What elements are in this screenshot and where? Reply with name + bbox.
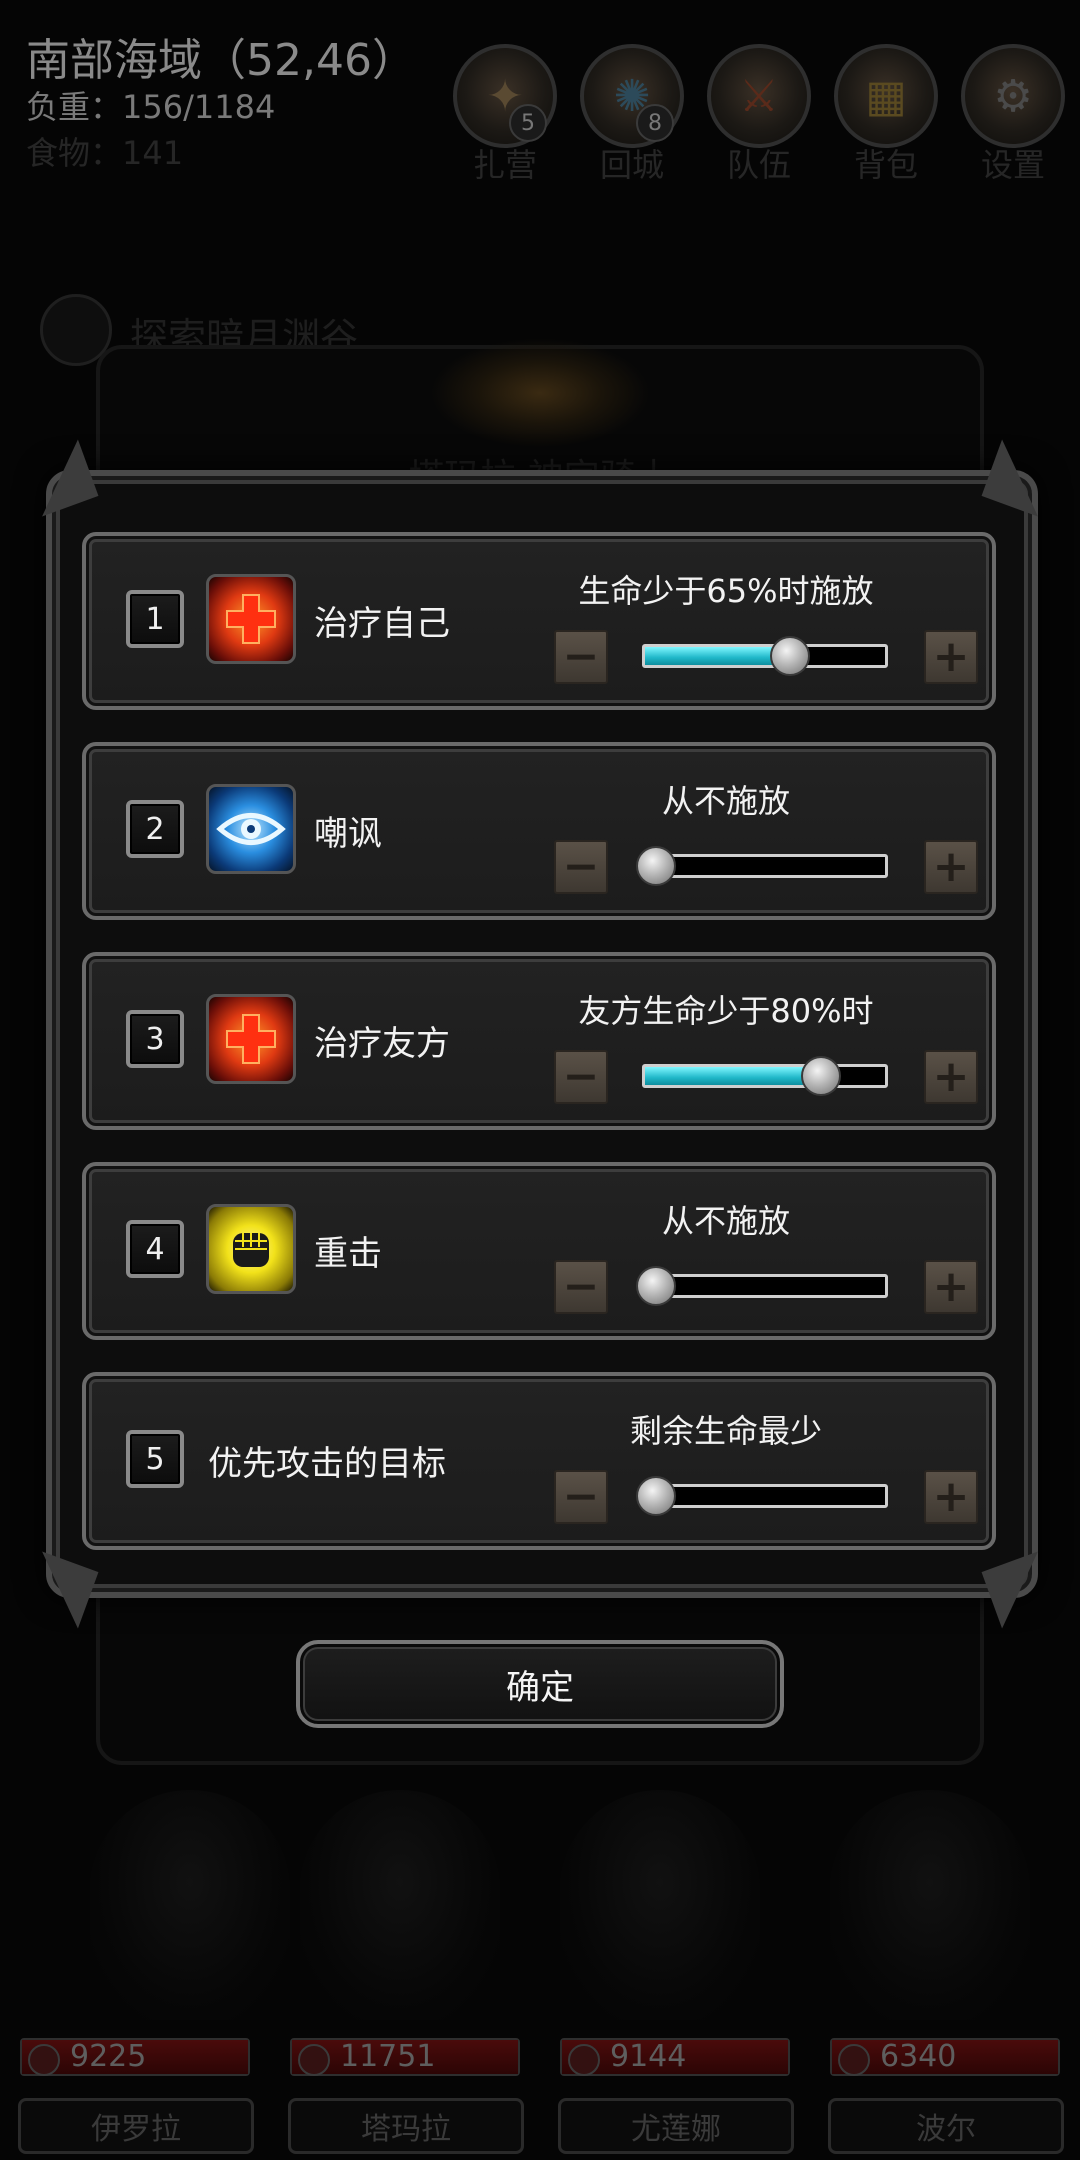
condition-slider[interactable] bbox=[642, 854, 888, 878]
return-badge: 8 bbox=[636, 104, 674, 142]
condition-slider[interactable] bbox=[642, 1274, 888, 1298]
target-priority-row: 5 优先攻击的目标 剩余生命最少 − + bbox=[82, 1372, 996, 1550]
priority-number[interactable]: 2 bbox=[126, 800, 184, 858]
party-member[interactable]: 9144 尤莲娜 bbox=[540, 2030, 796, 2160]
cast-condition: 从不施放 bbox=[661, 782, 790, 820]
party-member[interactable]: 6340 波尔 bbox=[810, 2030, 1066, 2160]
hp-bar: 6340 bbox=[830, 2038, 1060, 2076]
member-name: 波尔 bbox=[828, 2098, 1064, 2154]
decrease-button[interactable]: − bbox=[554, 840, 608, 894]
party-portrait bbox=[300, 1790, 500, 2020]
skill-row-smash: 4 重击 从不施放 − + bbox=[82, 1162, 996, 1340]
shield-icon bbox=[838, 2044, 870, 2076]
heal-cross-icon bbox=[206, 574, 296, 664]
cast-condition: 友方生命少于80%时 bbox=[578, 992, 874, 1030]
fist-smash-icon bbox=[206, 1204, 296, 1294]
confirm-button[interactable]: 确定 bbox=[296, 1640, 784, 1728]
food-count: 食物：141 bbox=[26, 134, 184, 172]
shield-icon bbox=[298, 2044, 330, 2076]
shield-icon bbox=[28, 2044, 60, 2076]
cast-condition: 生命少于65%时施放 bbox=[578, 572, 874, 610]
hp-bar: 9225 bbox=[20, 2038, 250, 2076]
slider-knob[interactable] bbox=[769, 636, 810, 676]
portal-icon: ✺ 8 bbox=[580, 44, 684, 148]
target-label: 优先攻击的目标 bbox=[208, 1444, 446, 1484]
decrease-button[interactable]: − bbox=[554, 1050, 608, 1104]
increase-button[interactable]: + bbox=[924, 630, 978, 684]
hp-value: 9225 bbox=[70, 2039, 147, 2074]
increase-button[interactable]: + bbox=[924, 840, 978, 894]
party-bar: 9225 伊罗拉 11751 塔玛拉 9144 尤莲娜 6340 波尔 bbox=[0, 2030, 1080, 2160]
team-icon: ⚔ bbox=[707, 44, 811, 148]
slider-knob[interactable] bbox=[636, 1266, 676, 1306]
hp-bar: 9144 bbox=[560, 2038, 790, 2076]
skill-row-heal-ally: 3 治疗友方 友方生命少于80%时 − + bbox=[82, 952, 996, 1130]
hp-value: 6340 bbox=[880, 2039, 957, 2074]
party-portrait bbox=[830, 1790, 1030, 2020]
team-button[interactable]: ⚔ 队伍 bbox=[704, 44, 814, 184]
skill-row-heal-self: 1 治疗自己 生命少于65%时施放 − + bbox=[82, 532, 996, 710]
increase-button[interactable]: + bbox=[924, 1050, 978, 1104]
increase-button[interactable]: + bbox=[924, 1260, 978, 1314]
party-member[interactable]: 11751 塔玛拉 bbox=[270, 2030, 526, 2160]
shield-icon bbox=[568, 2044, 600, 2076]
slider-knob[interactable] bbox=[636, 1476, 676, 1516]
return-town-button[interactable]: ✺ 8 回城 bbox=[577, 44, 687, 184]
cast-condition: 从不施放 bbox=[661, 1202, 790, 1240]
condition-slider[interactable] bbox=[642, 644, 888, 668]
slider-knob[interactable] bbox=[800, 1056, 841, 1096]
settings-button[interactable]: ⚙ 设置 bbox=[958, 44, 1068, 184]
skill-name: 治疗自己 bbox=[314, 604, 450, 644]
party-portrait bbox=[560, 1790, 760, 2020]
member-name: 尤莲娜 bbox=[558, 2098, 794, 2154]
member-name: 塔玛拉 bbox=[288, 2098, 524, 2154]
gear-icon: ⚙ bbox=[961, 44, 1065, 148]
hp-bar: 11751 bbox=[290, 2038, 520, 2076]
skill-row-taunt: 2 嘲讽 从不施放 − + bbox=[82, 742, 996, 920]
priority-number[interactable]: 3 bbox=[126, 1010, 184, 1068]
priority-number[interactable]: 1 bbox=[126, 590, 184, 648]
slider-knob[interactable] bbox=[636, 846, 676, 886]
decrease-button[interactable]: − bbox=[554, 630, 608, 684]
condition-slider[interactable] bbox=[642, 1064, 888, 1088]
skill-name: 嘲讽 bbox=[314, 814, 382, 854]
camp-badge: 5 bbox=[509, 104, 547, 142]
member-name: 伊罗拉 bbox=[18, 2098, 254, 2154]
skill-name: 重击 bbox=[314, 1234, 382, 1274]
backpack-icon: ▦ bbox=[834, 44, 938, 148]
hp-value: 9144 bbox=[610, 2039, 687, 2074]
moon-crest-ornament bbox=[430, 338, 650, 448]
taunt-eye-icon bbox=[206, 784, 296, 874]
party-portrait bbox=[90, 1790, 290, 2020]
skill-name: 治疗友方 bbox=[314, 1024, 450, 1064]
backpack-button[interactable]: ▦ 背包 bbox=[831, 44, 941, 184]
camp-fire-icon: ✦ 5 bbox=[453, 44, 557, 148]
location-title: 南部海域（52,46） bbox=[26, 35, 416, 86]
condition-slider[interactable] bbox=[642, 1484, 888, 1508]
decrease-button[interactable]: − bbox=[554, 1470, 608, 1524]
target-rule: 剩余生命最少 bbox=[629, 1412, 822, 1450]
camp-button[interactable]: ✦ 5 扎营 bbox=[450, 44, 560, 184]
heal-cross-icon bbox=[206, 994, 296, 1084]
load-weight: 负重：156/1184 bbox=[26, 88, 276, 126]
top-hud: 南部海域（52,46） 负重：156/1184 食物：141 ✦ 5 扎营 ✺ 8 … bbox=[0, 0, 1080, 184]
decrease-button[interactable]: − bbox=[554, 1260, 608, 1314]
party-member[interactable]: 9225 伊罗拉 bbox=[0, 2030, 256, 2160]
increase-button[interactable]: + bbox=[924, 1470, 978, 1524]
priority-number[interactable]: 4 bbox=[126, 1220, 184, 1278]
hp-value: 11751 bbox=[340, 2039, 436, 2074]
priority-number[interactable]: 5 bbox=[126, 1430, 184, 1488]
